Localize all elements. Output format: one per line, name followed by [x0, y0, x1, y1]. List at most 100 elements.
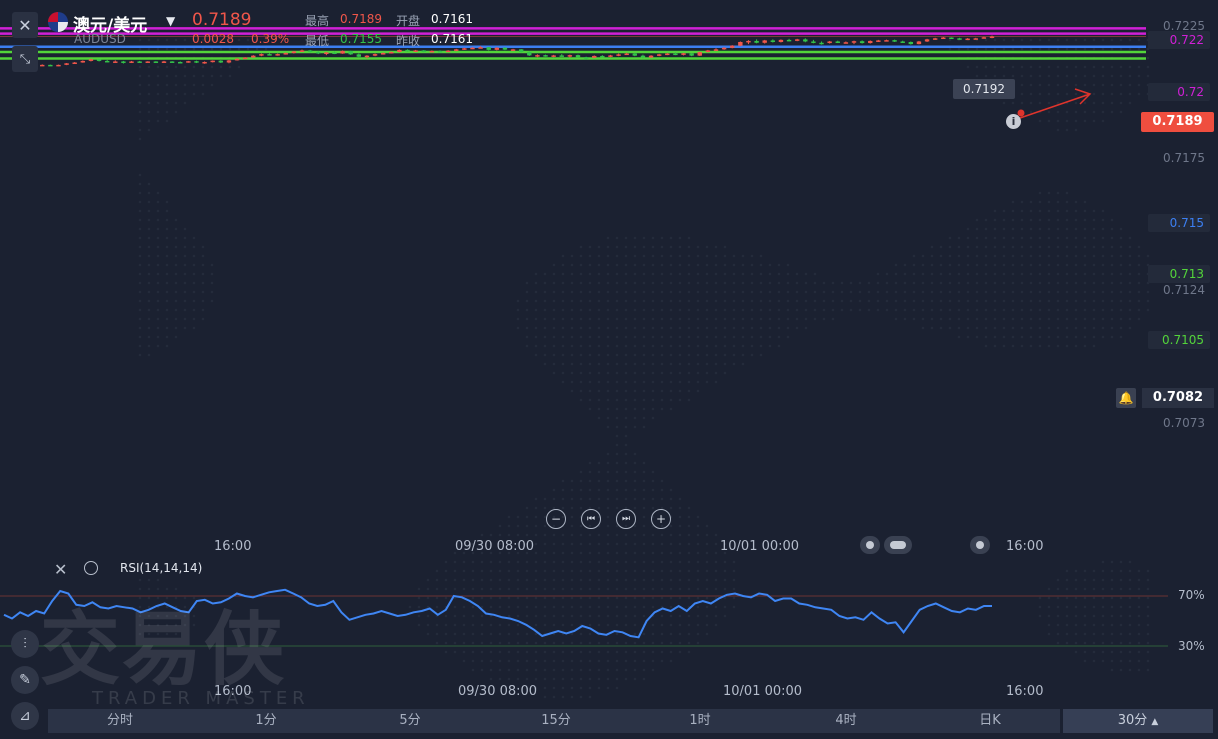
candle-body [405, 49, 410, 52]
pencil-icon[interactable]: ✎ [11, 666, 39, 694]
candle-body [681, 53, 686, 55]
candle-body [161, 61, 167, 63]
collapse-arrows-icon: ⤡ [19, 51, 31, 67]
tab-timeframe-1h[interactable]: 1时 [670, 709, 730, 733]
candle-body [283, 53, 288, 55]
candle-body [226, 60, 232, 63]
candle-body [689, 53, 694, 56]
candle-body [559, 55, 564, 57]
candle-body [786, 39, 792, 42]
candle-body [754, 40, 759, 43]
settings-icon[interactable] [84, 561, 98, 575]
candle-body [364, 55, 370, 58]
info-icon[interactable]: i [1006, 114, 1021, 129]
candle-body [218, 60, 224, 63]
candle-body [656, 54, 662, 56]
zoom-in-button[interactable]: + [651, 509, 671, 529]
candle-body [543, 55, 548, 57]
candle-body [178, 61, 183, 64]
candle-body [973, 38, 978, 40]
candle-body [746, 40, 751, 43]
price-tick: 0.7073 [1163, 416, 1205, 430]
candle-body [494, 47, 500, 50]
prev-close-label: 昨收 [396, 34, 421, 48]
alert-price-tag[interactable]: 0.7082 [1142, 388, 1214, 408]
prev-close-value: 0.7161 [431, 32, 473, 46]
candle-body [153, 61, 159, 63]
level-tag-0722[interactable]: 0.722 [1148, 31, 1210, 49]
candle-body [437, 50, 443, 53]
chart-type-icon[interactable]: ⊿ [11, 702, 39, 730]
candle-body [730, 45, 735, 48]
collapse-button[interactable]: ⤡ [12, 46, 38, 72]
level-tag-0715[interactable]: 0.715 [1148, 214, 1210, 232]
candle-body [851, 41, 857, 43]
rsi-level-low: 30% [1178, 639, 1205, 653]
bell-icon[interactable]: 🔔 [1116, 388, 1136, 408]
zoom-out-button[interactable]: − [546, 509, 566, 529]
candle-body [121, 61, 126, 63]
chevron-down-icon[interactable]: ▼ [166, 14, 175, 28]
candle-body [721, 47, 727, 50]
low-value: 0.7155 [340, 32, 382, 46]
tab-timeframe-line[interactable]: 分时 [90, 709, 150, 733]
step-back-button[interactable]: ⏮ [581, 509, 601, 529]
candle-body [592, 55, 597, 58]
open-value: 0.7161 [431, 12, 473, 26]
candle-body [80, 60, 86, 63]
candle-body [137, 61, 142, 63]
candle-body [794, 39, 800, 41]
candle-body [299, 50, 305, 52]
tab-timeframe-5m[interactable]: 5分 [380, 709, 440, 733]
event-marker[interactable] [884, 536, 912, 554]
tab-timeframe-4h[interactable]: 4时 [816, 709, 876, 733]
close-icon: ✕ [18, 15, 32, 35]
hover-price-tag: 0.7192 [953, 79, 1015, 99]
candle-body [104, 60, 110, 63]
close-button[interactable]: ✕ [12, 12, 38, 38]
candle-body [40, 64, 45, 67]
candle-body [778, 39, 784, 42]
watermark-logo: 交易侠 [40, 603, 286, 696]
candle-body [234, 58, 240, 61]
candle-body [827, 41, 832, 44]
level-tag-072[interactable]: 0.72 [1148, 83, 1210, 101]
candle-body [64, 63, 69, 65]
candle-body [616, 54, 621, 56]
candle-body [413, 50, 418, 52]
candle-body [673, 53, 678, 56]
candle-body [470, 47, 475, 50]
step-forward-button[interactable]: ⏭ [616, 509, 636, 529]
candle-body [916, 41, 922, 45]
candle-body [194, 61, 199, 63]
price-change-pct: 0.39% [251, 32, 290, 46]
indicator-tool-icon[interactable]: ⫶ [11, 630, 39, 658]
time-label: 09/30 08:00 [455, 539, 535, 554]
candle-body [510, 49, 516, 51]
candle-body [56, 64, 61, 67]
candle-body [462, 48, 467, 50]
tab-timeframe-1m[interactable]: 1分 [236, 709, 296, 733]
candle-body [949, 37, 954, 40]
event-marker[interactable] [860, 536, 880, 554]
tab-timeframe-day[interactable]: 日K [960, 709, 1020, 733]
candle-body [819, 42, 824, 45]
candle-body [632, 53, 638, 56]
close-rsi-icon[interactable]: ✕ [54, 560, 67, 579]
level-tag-07105[interactable]: 0.7105 [1148, 331, 1210, 349]
trend-arrow [1019, 93, 1091, 119]
timeframe-selector[interactable]: 30分 ▲ [1063, 709, 1213, 733]
candle-body [665, 53, 670, 56]
level-tag-0713[interactable]: 0.713 [1148, 265, 1210, 283]
time-label: 16:00 [214, 539, 252, 554]
caret-up-icon: ▲ [1151, 717, 1159, 727]
tab-timeframe-15m[interactable]: 15分 [526, 709, 586, 733]
candle-body [340, 50, 345, 54]
candle-body [859, 41, 865, 44]
candle-body [900, 41, 905, 43]
candle-body [486, 47, 491, 50]
candle-body [48, 64, 53, 67]
candle-body [884, 40, 889, 42]
event-marker[interactable] [970, 536, 990, 554]
candle-body [332, 52, 337, 55]
